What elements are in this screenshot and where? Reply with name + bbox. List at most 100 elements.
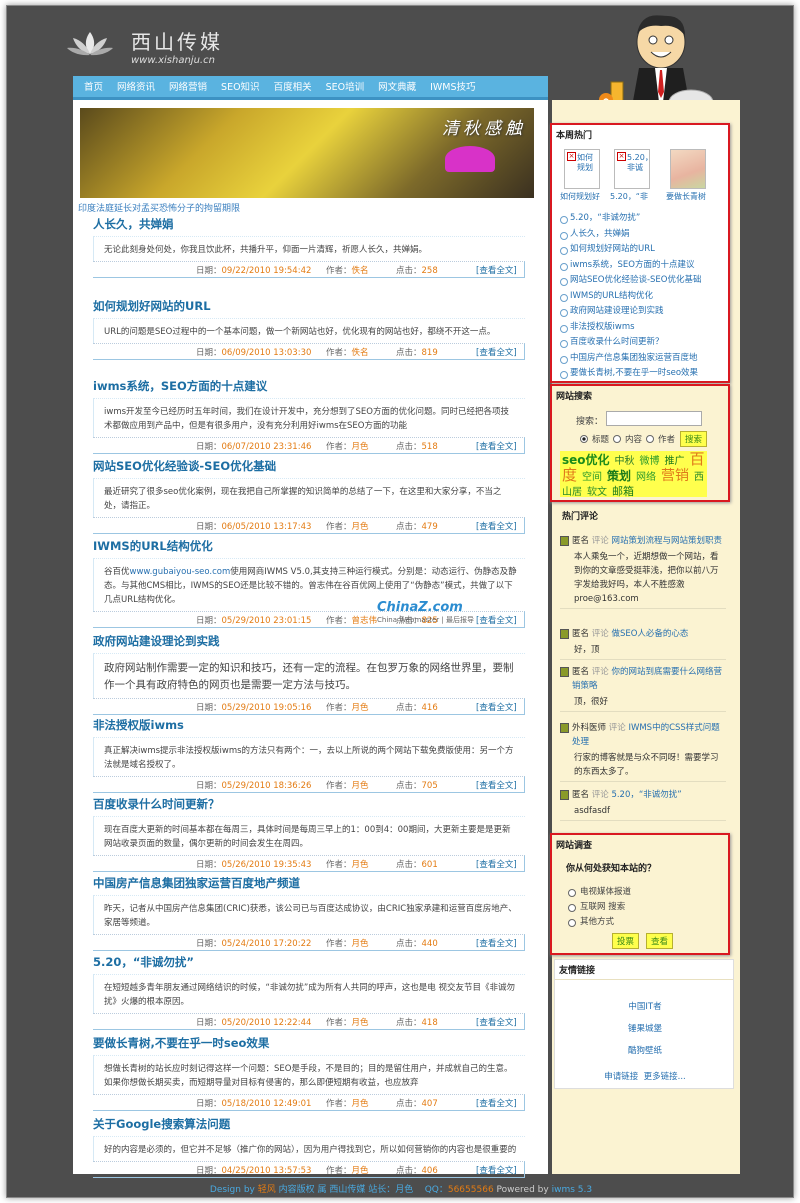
author-link[interactable]: 月色 <box>352 939 369 949</box>
article-item: 5.20，“非诚勿扰” 在短短越多青年朋友通过网络结识的时候，“非诚勿扰”成为所有… <box>93 954 525 1030</box>
footer-designer-link[interactable]: 轻风 <box>258 1185 276 1195</box>
footer-engine-link[interactable]: iwms 5.3 <box>552 1185 593 1195</box>
survey-radio[interactable] <box>568 903 576 912</box>
nav-item[interactable]: SEO知识 <box>214 76 267 100</box>
article-author: 作者：月色 <box>326 1016 396 1028</box>
search-button[interactable]: 搜索 <box>680 431 708 447</box>
tag-link[interactable]: seo优化 <box>562 453 610 467</box>
read-more-link[interactable]: [查看全文] <box>476 937 524 949</box>
nav-item[interactable]: 百度相关 <box>267 76 319 100</box>
friend-link[interactable]: 锤果城堡 <box>555 1018 735 1040</box>
search-radio[interactable] <box>580 435 588 443</box>
nav-item[interactable]: 网络资讯 <box>110 76 162 100</box>
hot-thumb[interactable] <box>670 149 706 189</box>
survey-radio[interactable] <box>568 918 576 927</box>
read-more-link[interactable]: [查看全文] <box>476 346 524 358</box>
site-logo[interactable]: 西山传媒 www.xishanju.cn <box>67 24 267 74</box>
summary-link[interactable]: www.gubaiyou-seo.com <box>130 567 231 577</box>
article-title-link[interactable]: 百度收录什么时间更新？ <box>93 796 525 812</box>
banner-image[interactable]: 清秋感触 <box>80 108 534 198</box>
more-links[interactable]: 更多链接... <box>644 1072 686 1082</box>
article-title-link[interactable]: 政府网站建设理论到实践 <box>93 633 525 649</box>
comment-item: 匿名 评论 5.20，“非诚勿扰” asdfasdf <box>560 788 726 821</box>
read-more-link[interactable]: [查看全文] <box>476 1097 524 1109</box>
vote-button[interactable]: 投票 <box>612 933 640 949</box>
apply-link[interactable]: 申请链接 <box>604 1072 638 1082</box>
friend-link[interactable]: 中国IT者 <box>555 996 735 1018</box>
hot-item-link[interactable]: 5.20，“非诚勿扰” <box>558 211 726 227</box>
article-title-link[interactable]: IWMS的URL结构优化 <box>93 538 525 554</box>
tag-link[interactable]: 策划 <box>607 469 631 483</box>
author-link[interactable]: 佚名 <box>352 266 369 276</box>
article-title-link[interactable]: iwms系统，SEO方面的十点建议 <box>93 378 525 394</box>
hot-item-link[interactable]: 百度收录什么时间更新？ <box>558 335 726 351</box>
author-link[interactable]: 月色 <box>352 1018 369 1028</box>
article-title-link[interactable]: 关于Google搜索算法问题 <box>93 1116 525 1132</box>
read-more-link[interactable]: [查看全文] <box>476 779 524 791</box>
hot-item-link[interactable]: IWMS的URL结构优化 <box>558 289 726 305</box>
author-link[interactable]: 月色 <box>352 781 369 791</box>
nav-item[interactable]: SEO培训 <box>319 76 372 100</box>
author-link[interactable]: 佚名 <box>352 348 369 358</box>
hot-thumb[interactable]: × 如何规划 <box>564 149 600 189</box>
tag-link[interactable]: 中秋 <box>615 456 635 467</box>
search-input[interactable] <box>606 411 702 426</box>
search-radio[interactable] <box>613 435 622 443</box>
article-summary: 现在百度大更新的时间基本都在每周三，具体时间是每周三早上的1：00到4：00期间… <box>93 816 525 855</box>
read-more-link[interactable]: [查看全文] <box>476 1164 524 1176</box>
author-link[interactable]: 月色 <box>352 522 369 532</box>
banner-caption-link[interactable]: 印度法庭延长对孟买恐怖分子的拘留期限 <box>78 201 240 214</box>
hot-item-link[interactable]: 政府网站建设理论到实践 <box>558 304 726 320</box>
hot-item-link[interactable]: 如何规划好网站的URL <box>558 242 726 258</box>
hot-thumb-caption[interactable]: 如何规划好 <box>560 191 600 202</box>
author-link[interactable]: 月色 <box>352 1166 369 1176</box>
author-link[interactable]: 月色 <box>352 442 369 452</box>
author-link[interactable]: 曾志伟 <box>352 616 378 626</box>
article-title-link[interactable]: 网站SEO优化经验谈-SEO优化基础 <box>93 458 525 474</box>
author-link[interactable]: 月色 <box>352 1099 369 1109</box>
read-more-link[interactable]: [查看全文] <box>476 701 524 713</box>
hot-item-link[interactable]: 人长久，共婵娟 <box>558 227 726 243</box>
article-title-link[interactable]: 人长久，共婵娟 <box>93 216 525 232</box>
view-results-button[interactable]: 查看 <box>646 933 674 949</box>
article-meta: 日期：05/18/2010 12:49:01 作者：月色 点击：407 [查看全文] <box>93 1094 525 1111</box>
hot-item-link[interactable]: iwms系统，SEO方面的十点建议 <box>558 258 726 274</box>
hot-item-link[interactable]: 网站SEO优化经验谈-SEO优化基础 <box>558 273 726 289</box>
article-title-link[interactable]: 如何规划好网站的URL <box>93 298 525 314</box>
friend-link[interactable]: 酷狗壁纸 <box>555 1040 735 1062</box>
hot-thumb[interactable]: × 5.20，非诚 <box>614 149 653 189</box>
article-title-link[interactable]: 中国房产信息集团独家运营百度地产频道 <box>93 875 525 891</box>
hot-item-link[interactable]: 非法授权版iwms <box>558 320 726 336</box>
comment-target-link[interactable]: 5.20，“非诚勿扰” <box>611 790 681 800</box>
article-hits: 点击：258 <box>396 264 476 276</box>
author-link[interactable]: 月色 <box>352 703 369 713</box>
read-more-link[interactable]: [查看全文] <box>476 1016 524 1028</box>
tag-link[interactable]: 邮箱 <box>612 485 634 498</box>
read-more-link[interactable]: [查看全文] <box>476 440 524 452</box>
nav-item[interactable]: 首页 <box>77 76 110 100</box>
read-more-link[interactable]: [查看全文] <box>476 858 524 870</box>
tag-link[interactable]: 软文 <box>587 487 607 498</box>
tag-link[interactable]: 推广 <box>665 456 685 467</box>
hot-item-link[interactable]: 中国房产信息集团独家运营百度地 <box>558 351 726 367</box>
article-title-link[interactable]: 要做长青树,不要在乎一时seo效果 <box>93 1035 525 1051</box>
tag-link[interactable]: 空间 <box>582 472 602 483</box>
comment-target-link[interactable]: 做SEO人必备的心态 <box>611 629 688 639</box>
tag-link[interactable]: 微博 <box>640 456 660 467</box>
hot-thumb-caption[interactable]: 要做长青树 <box>666 191 706 202</box>
search-radio[interactable] <box>646 435 655 443</box>
comment-target-link[interactable]: 网站策划流程与网站策划职责 <box>611 536 722 546</box>
read-more-link[interactable]: [查看全文] <box>476 264 524 276</box>
article-title-link[interactable]: 非法授权版iwms <box>93 717 525 733</box>
hot-thumb-caption[interactable]: 5.20，“非 <box>610 191 648 202</box>
article-title-link[interactable]: 5.20，“非诚勿扰” <box>93 954 525 970</box>
author-link[interactable]: 月色 <box>352 860 369 870</box>
survey-radio[interactable] <box>568 888 576 897</box>
nav-item[interactable]: IWMS技巧 <box>423 76 482 100</box>
tag-link[interactable]: 营销 <box>661 468 689 484</box>
nav-item[interactable]: 网文典藏 <box>371 76 423 100</box>
nav-item[interactable]: 网络营销 <box>162 76 214 100</box>
tag-link[interactable]: 网络 <box>636 472 656 483</box>
read-more-link[interactable]: [查看全文] <box>476 520 524 532</box>
hot-item-link[interactable]: 要做长青树,不要在乎一时seo效果 <box>558 366 726 382</box>
